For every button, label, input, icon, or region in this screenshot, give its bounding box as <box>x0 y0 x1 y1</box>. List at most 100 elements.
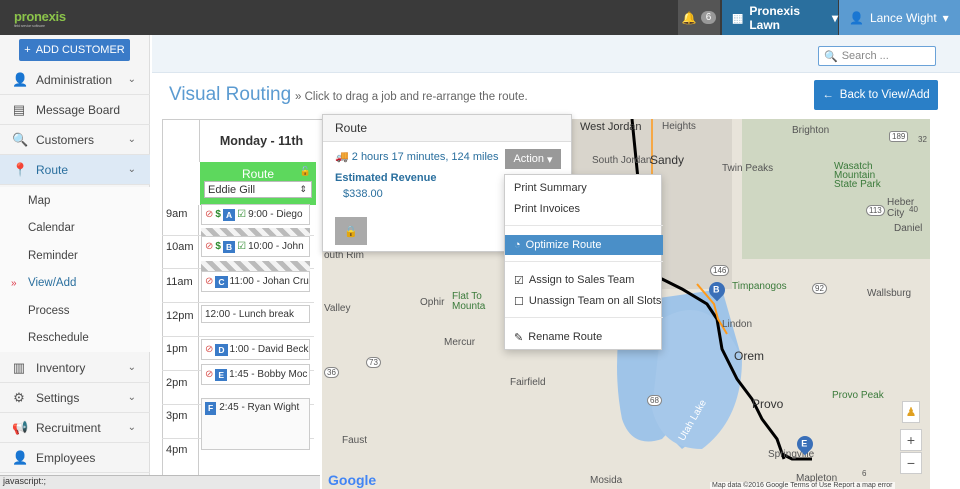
message-board-icon: ▤ <box>12 101 26 117</box>
checkbox-empty-icon: ☐ <box>514 295 524 308</box>
sidebar-subitem-reschedule[interactable]: Reschedule <box>0 324 150 352</box>
action-dropdown-button[interactable]: Action ▾ <box>505 149 561 169</box>
ban-icon: ⊘ <box>205 344 214 355</box>
sidebar-subitem-process[interactable]: Process <box>0 297 150 325</box>
sidebar-subitem-map[interactable]: Map <box>0 187 150 215</box>
barcode-icon: ▥ <box>12 359 26 375</box>
check-icon: ☑ <box>237 209 247 220</box>
chevron-right-icon: » <box>11 277 17 289</box>
time-label: 9am <box>166 208 188 220</box>
search-icon: 🔍 <box>824 50 838 63</box>
sidebar-subitem-view-add[interactable]: » View/Add <box>0 269 150 297</box>
arrow-left-icon: ← <box>822 89 834 101</box>
time-label: 2pm <box>166 377 188 389</box>
user-icon: 👤 <box>849 10 864 25</box>
sidebar-subitem-calendar[interactable]: Calendar <box>0 214 150 242</box>
popover-title: Route <box>323 115 571 142</box>
route-label: Route <box>241 167 275 181</box>
day-header: Monday - 11th <box>199 120 323 162</box>
time-label: 4pm <box>166 444 188 456</box>
logo[interactable]: pronexis field service software <box>14 9 66 28</box>
menu-print-invoices[interactable]: Print Invoices <box>505 199 663 219</box>
sidebar-item-inventory[interactable]: ▥ Inventory ⌄ <box>0 353 150 383</box>
hour-line <box>162 302 314 303</box>
bell-icon: 🔔 <box>681 10 697 25</box>
page-subtitle: » Click to drag a job and re-arrange the… <box>295 91 528 103</box>
search-input[interactable]: 🔍 Search ... <box>818 46 936 66</box>
route-header: Route 🔓 Eddie Gill ⇕ <box>200 162 316 205</box>
page-title: Visual Routing <box>169 84 292 105</box>
chevron-down-icon: ⌄ <box>127 164 136 175</box>
chevron-down-icon: ⌄ <box>127 134 136 145</box>
revenue-label: Estimated Revenue <box>335 172 437 184</box>
chevron-down-icon: ⌄ <box>127 74 136 85</box>
map-marker-icon: 📍 <box>12 161 29 177</box>
street-view-pegman-icon[interactable]: ♟ <box>902 401 920 423</box>
appointment-e[interactable]: ⊘ E 1:45 - Bobby Moc <box>201 364 310 385</box>
sidebar-item-administration[interactable]: 👤 Administration ⌄ <box>0 65 150 95</box>
sidebar-item-recruitment[interactable]: 📢 Recruitment ⌄ <box>0 413 150 443</box>
select-caret-icon: ⇕ <box>299 184 307 194</box>
notifications-button[interactable]: 🔔 6 <box>678 0 720 35</box>
back-to-view-add-button[interactable]: ← Back to View/Add <box>814 80 938 110</box>
user-icon: 👤 <box>12 71 29 87</box>
ban-icon: ⊘ <box>205 369 214 380</box>
sidebar-item-customers[interactable]: 🔍 Customers ⌄ <box>0 125 150 155</box>
plus-icon: + <box>24 44 31 56</box>
map-attribution[interactable]: Map data ©2016 Google Terms of Use Repor… <box>710 482 895 489</box>
menu-assign-sales-team[interactable]: ☑ Assign to Sales Team <box>505 270 663 290</box>
bullhorn-icon: 📢 <box>12 419 29 435</box>
time-label: 1pm <box>166 343 188 355</box>
chevron-down-icon: ⌄ <box>127 392 136 403</box>
gear-icon: ⚙ <box>13 389 25 405</box>
sidebar-item-employees[interactable]: 👤 Employees <box>0 443 150 473</box>
browser-status-bar: javascript:; <box>0 475 320 489</box>
truck-icon: 🚚 <box>335 151 349 163</box>
chevron-down-icon: ⌄ <box>127 422 136 433</box>
ban-icon: ⊘ <box>205 276 214 287</box>
appointment-c[interactable]: ⊘ C 11:00 - Johan Cru <box>201 271 310 292</box>
menu-rename-route[interactable]: ✎ Rename Route <box>505 327 663 347</box>
edit-icon: ✎ <box>514 331 524 344</box>
lock-icon: 🔒 <box>344 225 358 238</box>
menu-divider <box>505 261 663 262</box>
appointment-d[interactable]: ⊘ D 1:00 - David Beck <box>201 339 310 360</box>
dollar-icon: $ <box>215 209 221 220</box>
sidebar-subitem-reminder[interactable]: Reminder <box>0 242 150 270</box>
caret-down-icon: ▾ <box>547 153 553 166</box>
lock-route-button[interactable]: 🔒 <box>335 217 367 245</box>
revenue-value: $338.00 <box>343 188 383 200</box>
caret-down-icon: ▾ <box>942 10 949 25</box>
checkbox-checked-icon: ☑ <box>514 274 524 287</box>
sidebar-item-settings[interactable]: ⚙ Settings ⌄ <box>0 383 150 413</box>
route-employee-select[interactable]: Eddie Gill ⇕ <box>204 181 312 198</box>
appointment-a[interactable]: ⊘ $ A ☑ 9:00 - Diego <box>201 204 310 225</box>
google-logo: Google <box>328 472 377 488</box>
sidebar-item-route[interactable]: 📍 Route ⌄ <box>0 155 150 185</box>
add-customer-button[interactable]: + ADD CUSTOMER <box>19 39 130 61</box>
user-icon: 👤 <box>12 449 29 465</box>
caret-down-icon: ▾ <box>831 10 838 25</box>
unlock-icon[interactable]: 🔓 <box>300 166 311 177</box>
notification-count: 6 <box>700 11 717 24</box>
time-label: 3pm <box>166 410 188 422</box>
time-divider <box>198 205 199 489</box>
zoom-out-button[interactable]: − <box>900 452 922 474</box>
route-duration: 🚚 2 hours 17 minutes, 124 miles <box>335 151 499 163</box>
menu-print-summary[interactable]: Print Summary <box>505 178 663 198</box>
zoom-in-button[interactable]: + <box>900 429 922 451</box>
dashboard-icon: ◔ <box>514 239 521 251</box>
time-label: 10am <box>166 241 194 253</box>
menu-unassign-team[interactable]: ☐ Unassign Team on all Slots <box>505 291 663 311</box>
sidebar-item-message-board[interactable]: ▤ Message Board <box>0 95 150 125</box>
ban-icon: ⊘ <box>205 209 214 220</box>
check-icon: ☑ <box>237 241 247 252</box>
menu-optimize-route[interactable]: ◔ Optimize Route <box>505 235 663 255</box>
company-dropdown[interactable]: ▦ Pronexis Lawn ▾ <box>722 0 838 35</box>
chevron-down-icon: ⌄ <box>127 362 136 373</box>
search-icon: 🔍 <box>12 131 29 147</box>
appointment-b[interactable]: ⊘ $ B ☑ 10:00 - John <box>201 236 310 257</box>
user-dropdown[interactable]: 👤 Lance Wight ▾ <box>839 0 960 35</box>
appointment-f[interactable]: F 2:45 - Ryan Wight <box>201 398 310 450</box>
lunch-break: 12:00 - Lunch break <box>201 305 310 323</box>
